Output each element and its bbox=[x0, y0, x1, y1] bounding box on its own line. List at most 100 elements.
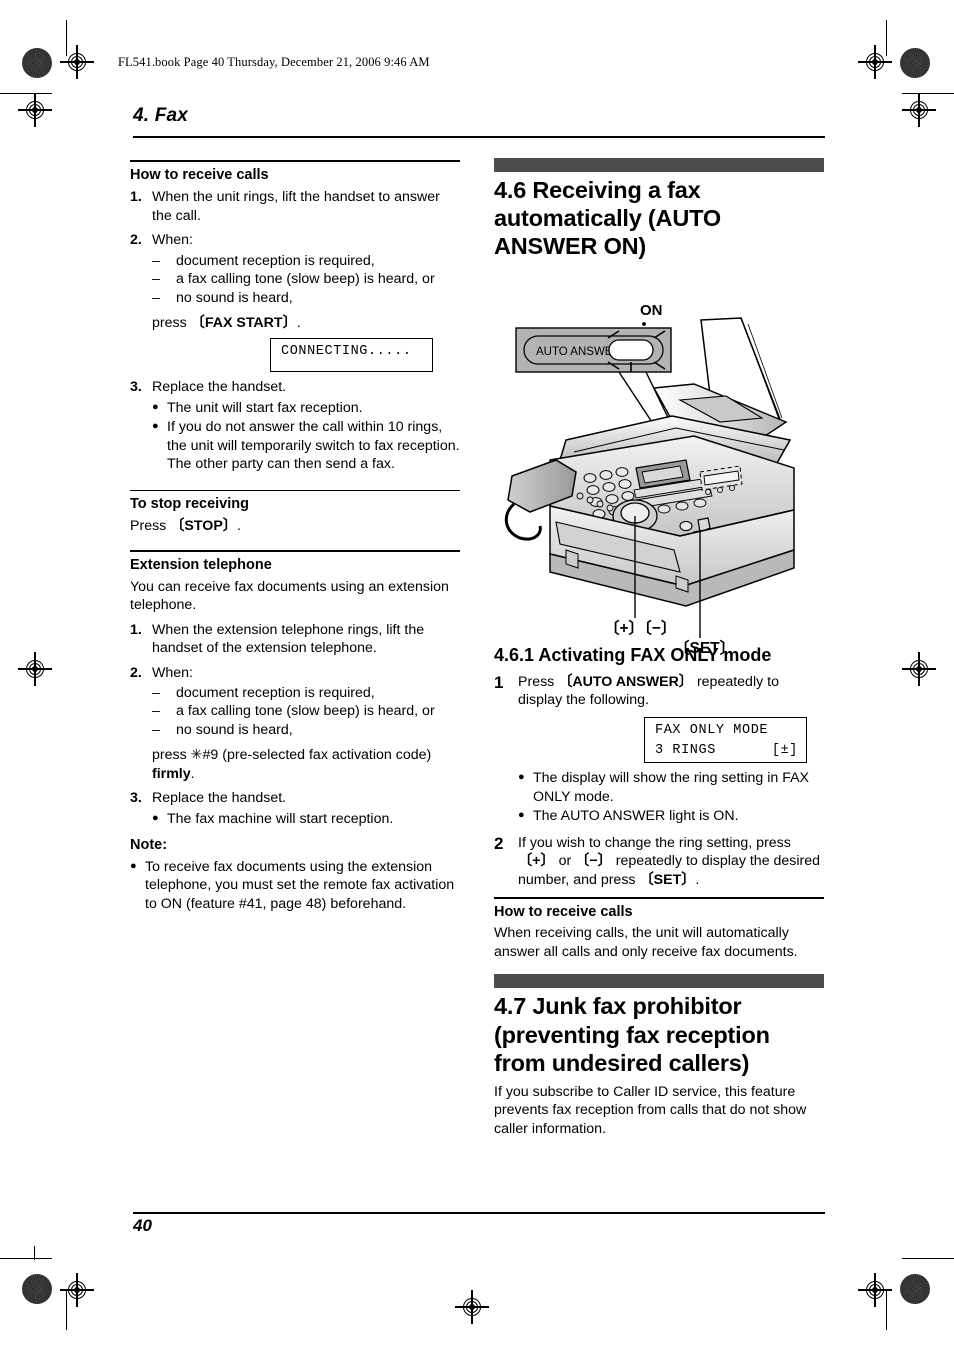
footer-rule bbox=[133, 1212, 825, 1214]
dash-marker: – bbox=[152, 703, 160, 720]
list-item: – no sound is heard, bbox=[152, 721, 460, 739]
document-page: FL541.book Page 40 Thursday, December 21… bbox=[0, 0, 954, 1351]
label-set: 〔SET〕 bbox=[674, 639, 735, 657]
dash-marker: – bbox=[152, 721, 160, 738]
ext-step3-bullets: ● The fax machine will start reception. bbox=[152, 810, 460, 828]
key-minus: 〔−〕 bbox=[575, 853, 612, 870]
right-how-to-receive-calls-text: When receiving calls, the unit will auto… bbox=[494, 925, 798, 960]
step-text: When the unit rings, lift the handset to… bbox=[152, 189, 440, 224]
trim-line-top-right-vertical bbox=[886, 20, 888, 56]
list-item: 2 If you wish to change the ring setting… bbox=[494, 834, 824, 889]
step-number: 2. bbox=[130, 664, 142, 681]
press-suffix: . bbox=[236, 518, 241, 534]
condition-text: no sound is heard, bbox=[176, 721, 293, 738]
bullet-icon: ● bbox=[518, 771, 525, 784]
lcd-display-fax-only-mode: FAX ONLY MODE [±] 3 RINGS bbox=[644, 717, 807, 764]
ext-step2-condition-list: – document reception is required, – a fa… bbox=[152, 684, 460, 739]
press-firmly-emphasis: firmly bbox=[152, 765, 191, 782]
press-suffix: . bbox=[190, 765, 195, 782]
step-text: Replace the handset. bbox=[152, 790, 287, 807]
print-density-blob-bottom-right bbox=[900, 1274, 930, 1304]
step-text: If you wish to change the ring setting, … bbox=[518, 834, 824, 889]
step-number: 3. bbox=[130, 379, 142, 396]
bullet-icon: ● bbox=[130, 859, 137, 872]
list-item: ● The AUTO ANSWER light is ON. bbox=[518, 807, 824, 825]
bullet-icon: ● bbox=[152, 420, 159, 433]
heading-extension-telephone: Extension telephone bbox=[130, 557, 272, 574]
heading-note: Note: bbox=[130, 837, 168, 854]
key-fax-start: 〔FAX START〕 bbox=[190, 315, 297, 331]
list-item: – no sound is heard, bbox=[152, 289, 460, 307]
activation-code: ✳#9 bbox=[190, 747, 219, 764]
step-text: Replace the handset. bbox=[152, 379, 287, 396]
section-bar-46 bbox=[494, 158, 824, 172]
bullet-text: The display will show the ring setting i… bbox=[533, 770, 809, 805]
list-item: ● To receive fax documents using the ext… bbox=[130, 858, 460, 913]
registration-mark-middle-left bbox=[18, 652, 52, 686]
bullet-text: To receive fax documents using the exten… bbox=[145, 858, 455, 912]
list-item: 1. When the extension telephone rings, l… bbox=[130, 621, 460, 658]
trim-line-bottom-right-vertical bbox=[886, 1290, 888, 1330]
step2-condition-list: – document reception is required, – a fa… bbox=[152, 252, 460, 307]
step-text: When the extension telephone rings, lift… bbox=[152, 621, 425, 657]
fax-machine-illustration: ON AUTO ANSWER 〔+〕〔−〕 〔SET〕 bbox=[494, 300, 824, 660]
step2-text-4: . bbox=[695, 871, 700, 888]
trim-line-top-left-vertical bbox=[66, 20, 68, 56]
lcd-rings-value: 3 RINGS bbox=[655, 742, 716, 758]
lcd-line-1: FAX ONLY MODE bbox=[655, 723, 769, 739]
dash-marker: – bbox=[152, 252, 160, 269]
bullet-icon: ● bbox=[518, 809, 525, 822]
list-item: ● The fax machine will start reception. bbox=[152, 810, 460, 828]
step-text: When: bbox=[152, 664, 194, 681]
chapter-title: 4. Fax bbox=[133, 105, 189, 126]
step-number: 1 bbox=[494, 672, 504, 692]
dash-marker: – bbox=[152, 685, 160, 701]
trim-line-bottom-left-tick bbox=[34, 1246, 36, 1260]
bullet-text: The AUTO ANSWER light is ON. bbox=[533, 808, 739, 825]
step-text: When: bbox=[152, 232, 194, 249]
callout-on-label: ON bbox=[640, 302, 663, 319]
step-number: 1. bbox=[130, 621, 142, 638]
heading-to-stop-receiving: To stop receiving bbox=[130, 496, 249, 513]
section-461-bullets: ● The display will show the ring setting… bbox=[518, 769, 824, 825]
bullet-text: If you do not answer the call within 10 … bbox=[167, 419, 460, 473]
list-item: 3. Replace the handset. bbox=[130, 378, 460, 396]
heading-section-4-7: 4.7 Junk fax prohibitor (preventing fax … bbox=[494, 993, 770, 1076]
registration-mark-bottom-center bbox=[455, 1290, 489, 1324]
dash-marker: – bbox=[152, 289, 160, 306]
step2-text-1: If you wish to change the ring setting, … bbox=[518, 834, 791, 851]
key-set: 〔SET〕 bbox=[639, 871, 696, 888]
list-item: – document reception is required, bbox=[152, 252, 460, 270]
trim-line-bottom-right-horizontal bbox=[902, 1258, 954, 1260]
bullet-icon: ● bbox=[152, 811, 159, 824]
section-4-7-body: If you subscribe to Caller ID service, t… bbox=[494, 1083, 807, 1137]
press-prefix: press bbox=[152, 315, 191, 331]
press-mid: (pre-selected fax activation code) bbox=[218, 747, 432, 764]
trim-line-bottom-left-horizontal bbox=[0, 1258, 52, 1260]
list-item: 1. When the unit rings, lift the handset… bbox=[130, 188, 460, 225]
heading-section-4-6: 4.6 Receiving a fax automatically (AUTO … bbox=[494, 177, 721, 260]
press-fax-start-instruction: press 〔FAX START〕. bbox=[152, 314, 460, 332]
divider-extension-telephone bbox=[130, 550, 460, 553]
lcd-ring-setting: [±] bbox=[771, 742, 798, 758]
print-density-blob-top-right bbox=[900, 48, 930, 78]
press-prefix: press bbox=[152, 747, 191, 764]
press-prefix: Press bbox=[518, 673, 559, 690]
key-auto-answer: 〔AUTO ANSWER〕 bbox=[558, 673, 693, 690]
condition-text: document reception is required, bbox=[176, 252, 375, 269]
registration-mark-corner-top-left bbox=[18, 93, 52, 127]
extension-telephone-intro: You can receive fax documents using an e… bbox=[130, 578, 449, 614]
to-stop-receiving-instruction: Press 〔STOP〕. bbox=[130, 517, 460, 535]
list-item: 3. Replace the handset. bbox=[130, 789, 460, 807]
key-stop: 〔STOP〕 bbox=[170, 518, 237, 534]
chapter-rule bbox=[133, 136, 825, 139]
bullet-icon: ● bbox=[152, 400, 159, 413]
extension-telephone-steps: 1. When the extension telephone rings, l… bbox=[130, 621, 460, 829]
list-item: ● If you do not answer the call within 1… bbox=[152, 418, 460, 473]
list-item: – document reception is required, bbox=[152, 684, 460, 702]
press-prefix: Press bbox=[130, 518, 171, 534]
condition-text: no sound is heard, bbox=[176, 289, 293, 306]
step-number: 3. bbox=[130, 790, 142, 807]
page-number: 40 bbox=[133, 1216, 152, 1235]
step2-text-2: or bbox=[554, 853, 576, 870]
